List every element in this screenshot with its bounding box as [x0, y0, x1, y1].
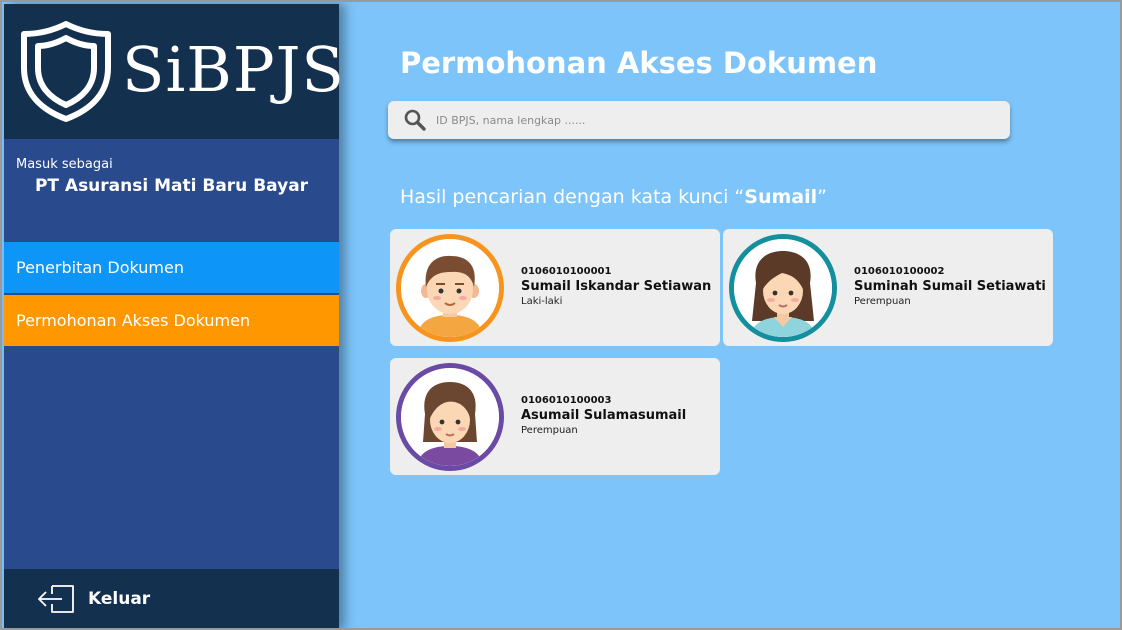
sidebar-item-permohonan-akses-dokumen[interactable]: Permohonan Akses Dokumen — [4, 295, 339, 346]
bpjs-id: 0106010100002 — [854, 266, 945, 277]
avatar — [396, 234, 504, 342]
person-gender: Laki-laki — [521, 296, 563, 307]
app-window: SiBPJS Masuk sebagai PT Asuransi Mati Ba… — [0, 0, 1122, 630]
result-prefix: Hasil pencarian dengan kata kunci “ — [400, 186, 745, 208]
person-gender: Perempuan — [521, 425, 578, 436]
person-name: Suminah Sumail Setiawati — [854, 279, 1046, 294]
person-name: Asumail Sulamasumail — [521, 408, 687, 423]
result-suffix: ” — [817, 186, 827, 208]
search-bar — [388, 101, 1010, 139]
logout-icon — [38, 585, 74, 613]
bpjs-id: 0106010100003 — [521, 395, 612, 406]
page-title: Permohonan Akses Dokumen — [400, 46, 878, 80]
sidebar: SiBPJS Masuk sebagai PT Asuransi Mati Ba… — [4, 4, 344, 628]
logo-area: SiBPJS — [4, 4, 344, 139]
result-card-info: 0106010100002 Suminah Sumail Setiawati P… — [854, 266, 1046, 307]
company-name: PT Asuransi Mati Baru Bayar — [34, 176, 309, 196]
result-card[interactable]: 0106010100002 Suminah Sumail Setiawati P… — [723, 229, 1053, 346]
logout-area: Keluar — [4, 569, 339, 628]
search-icon — [404, 109, 426, 131]
male-avatar-icon — [401, 239, 499, 337]
person-gender: Perempuan — [854, 296, 911, 307]
sidebar-item-penerbitan-dokumen[interactable]: Penerbitan Dokumen — [4, 242, 339, 293]
result-card-info: 0106010100003 Asumail Sulamasumail Perem… — [521, 395, 686, 436]
result-card-info: 0106010100001 Sumail Iskandar Setiawan L… — [521, 266, 711, 307]
avatar — [729, 234, 837, 342]
shield-logo-icon — [21, 21, 111, 122]
search-input[interactable] — [436, 113, 976, 127]
search-result-caption: Hasil pencarian dengan kata kunci “Sumai… — [400, 186, 827, 208]
logout-label: Keluar — [88, 589, 151, 609]
result-card[interactable]: 0106010100003 Asumail Sulamasumail Perem… — [390, 358, 720, 475]
result-keyword: Sumail — [744, 186, 818, 208]
female-avatar-icon — [401, 368, 499, 466]
avatar — [396, 363, 504, 471]
result-card[interactable]: 0106010100001 Sumail Iskandar Setiawan L… — [390, 229, 720, 346]
app-logo-text: SiBPJS — [122, 33, 345, 106]
female-avatar-icon — [734, 239, 832, 337]
login-as-label: Masuk sebagai — [16, 157, 113, 172]
logout-button[interactable]: Keluar — [36, 583, 150, 615]
bpjs-id: 0106010100001 — [521, 266, 612, 277]
person-name: Sumail Iskandar Setiawan — [521, 279, 712, 294]
